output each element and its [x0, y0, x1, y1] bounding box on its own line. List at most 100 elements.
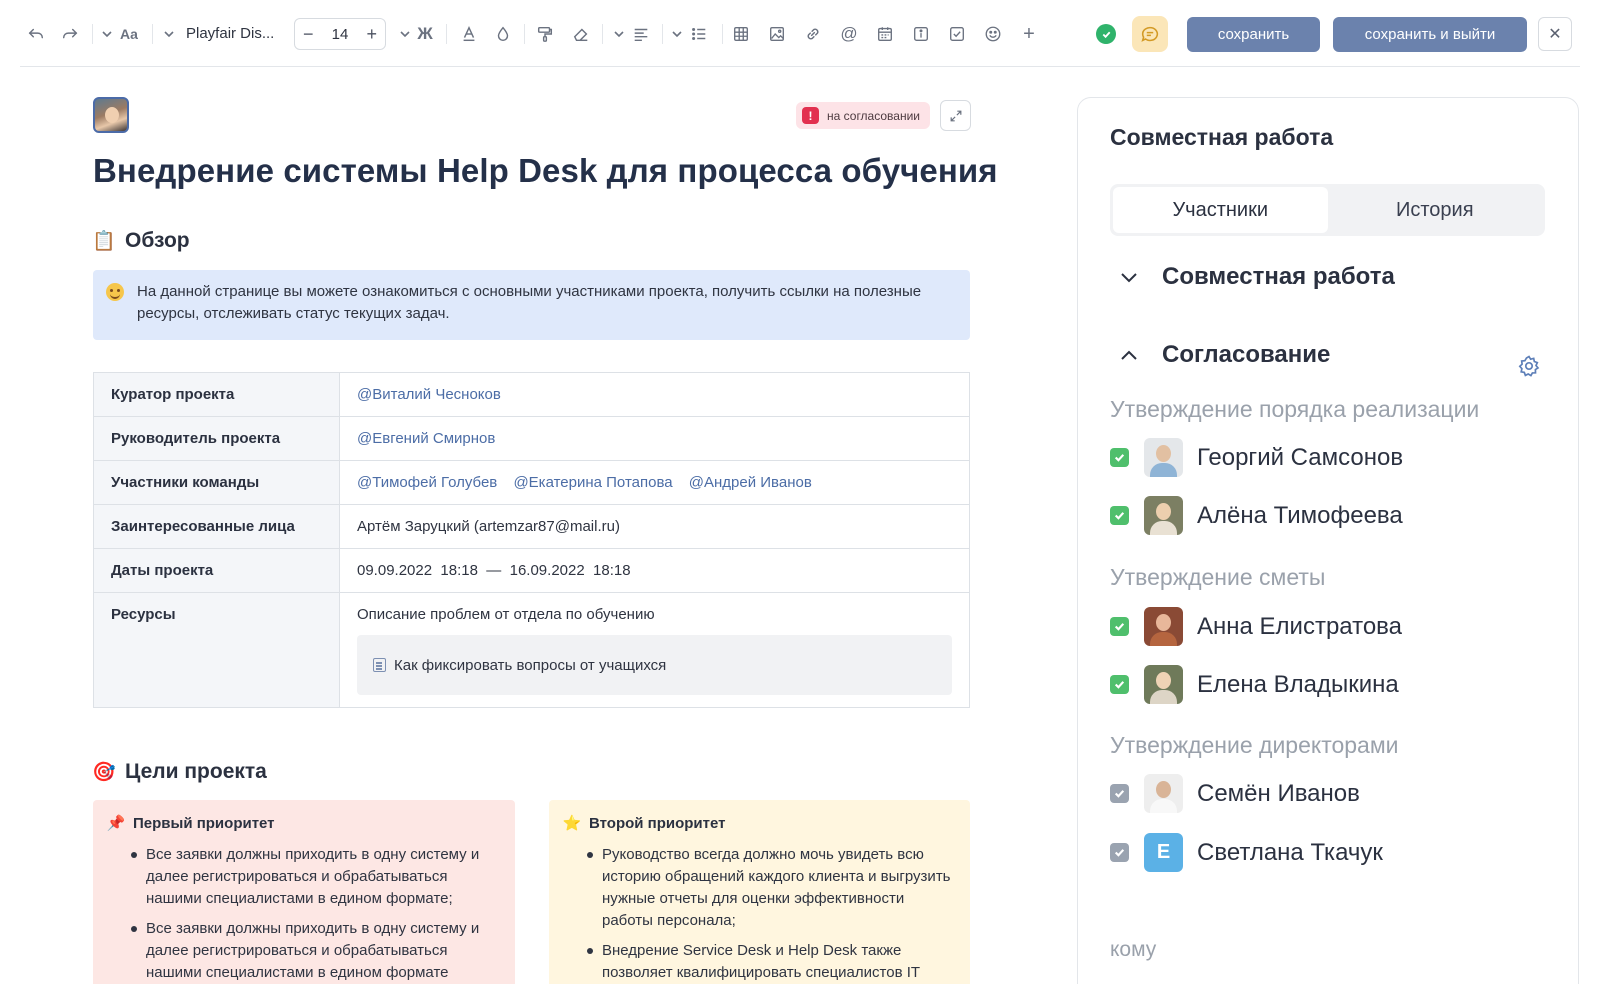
- first-priority-list: Все заявки должны приходить в одну систе…: [107, 844, 501, 984]
- checkbox-icon[interactable]: [946, 20, 968, 48]
- table-row: Руководитель проекта @Евгений Смирнов: [94, 417, 969, 461]
- close-button[interactable]: ✕: [1538, 17, 1572, 51]
- chevron-down-icon[interactable]: [612, 20, 626, 48]
- image-icon[interactable]: [766, 20, 788, 48]
- approver-row[interactable]: Е Светлана Ткачук: [1110, 833, 1383, 872]
- font-size-increase-button[interactable]: +: [366, 24, 377, 45]
- font-family-select[interactable]: Playfair Dis...: [186, 20, 274, 48]
- expand-icon: [950, 110, 961, 121]
- project-dates[interactable]: 09.09.2022 18:18 — 16.09.2022 18:18: [340, 549, 969, 592]
- text-color-icon[interactable]: [458, 20, 480, 48]
- approved-checkbox[interactable]: [1110, 675, 1129, 694]
- tab-history[interactable]: История: [1328, 187, 1543, 233]
- table-value: Артём Заруцкий (artemzar87@mail.ru): [357, 518, 620, 535]
- first-priority-title: Первый приоритет: [133, 814, 275, 832]
- status-badge[interactable]: ! на согласовании: [796, 102, 930, 129]
- tab-participants[interactable]: Участники: [1113, 187, 1328, 233]
- calendar-icon[interactable]: [874, 20, 896, 48]
- gear-icon[interactable]: [1517, 354, 1541, 378]
- editor-toolbar: Aa Playfair Dis... − 14 + Ж @ + сохранит…: [0, 0, 1600, 68]
- list-item: Все заявки должны приходить в одну систе…: [131, 844, 501, 910]
- format-painter-icon[interactable]: [534, 20, 556, 48]
- mention-link[interactable]: @Тимофей Голубев: [357, 474, 497, 491]
- page-icon[interactable]: [93, 97, 129, 133]
- align-icon[interactable]: [630, 20, 652, 48]
- table-key: Даты проекта: [94, 549, 340, 592]
- approver-row[interactable]: Анна Елистратова: [1110, 607, 1402, 646]
- bold-icon[interactable]: Ж: [414, 20, 436, 48]
- avatar: [1144, 607, 1183, 646]
- avatar: [1144, 774, 1183, 813]
- chevron-down-icon[interactable]: [670, 20, 684, 48]
- accordion-collaboration[interactable]: Совместная работа: [1118, 263, 1395, 291]
- approver-row[interactable]: Елена Владыкина: [1110, 665, 1399, 704]
- mention-link[interactable]: @Екатерина Потапова: [513, 474, 672, 491]
- table-value: Описание проблем от отдела по обучению: [357, 606, 655, 623]
- pin-icon: 📌: [106, 815, 126, 832]
- redo-icon[interactable]: [58, 20, 82, 48]
- mention-link[interactable]: @Евгений Смирнов: [357, 430, 495, 447]
- approver-row[interactable]: Георгий Самсонов: [1110, 438, 1403, 477]
- chevron-down-icon[interactable]: [100, 20, 114, 48]
- table-row: Даты проекта 09.09.2022 18:18 — 16.09.20…: [94, 549, 969, 593]
- table-row: Куратор проекта @Виталий Чесноков: [94, 373, 969, 417]
- chevron-down-icon[interactable]: [162, 20, 176, 48]
- approver-name: Светлана Ткачук: [1197, 838, 1383, 866]
- pending-checkbox[interactable]: [1110, 843, 1129, 862]
- emoji-icon[interactable]: [982, 20, 1004, 48]
- document-icon: [373, 658, 386, 672]
- link-icon[interactable]: [802, 20, 824, 48]
- linked-page-card[interactable]: Как фиксировать вопросы от учащихся: [357, 635, 952, 695]
- save-and-exit-button[interactable]: сохранить и выйти: [1333, 17, 1527, 52]
- pending-checkbox[interactable]: [1110, 784, 1129, 803]
- first-priority-card: 📌 Первый приоритет Все заявки должны при…: [93, 800, 515, 984]
- approved-checkbox[interactable]: [1110, 506, 1129, 525]
- clipboard-icon: 📋: [92, 231, 116, 252]
- callout-text: На данной странице вы можете ознакомитьс…: [137, 283, 922, 322]
- toolbar-divider: [20, 66, 1580, 67]
- chevron-down-icon[interactable]: [398, 20, 412, 48]
- linked-page-title[interactable]: Как фиксировать вопросы от учащихся: [394, 657, 666, 674]
- info-icon[interactable]: [910, 20, 932, 48]
- undo-icon[interactable]: [24, 20, 48, 48]
- text-style-icon[interactable]: Aa: [118, 20, 140, 48]
- accordion-collaboration-label: Совместная работа: [1162, 263, 1395, 290]
- table-row: Ресурсы Описание проблем от отдела по об…: [94, 593, 969, 707]
- page-title: Внедрение системы Help Desk для процесса…: [93, 152, 998, 189]
- approved-checkbox[interactable]: [1110, 617, 1129, 636]
- table-icon[interactable]: [730, 20, 752, 48]
- avatar: Е: [1144, 833, 1183, 872]
- eraser-icon[interactable]: [570, 20, 592, 48]
- chevron-up-icon: [1121, 350, 1137, 360]
- project-info-table: Куратор проекта @Виталий Чесноков Руково…: [93, 372, 970, 708]
- overview-heading-label: Обзор: [125, 229, 190, 252]
- list-item: Руководство всегда должно мочь увидеть в…: [587, 844, 956, 932]
- table-key: Участники команды: [94, 461, 340, 504]
- approver-name: Георгий Самсонов: [1197, 443, 1404, 471]
- font-size-value[interactable]: 14: [332, 26, 349, 43]
- mention-link[interactable]: @Виталий Чесноков: [357, 386, 501, 403]
- approver-row[interactable]: Алёна Тимофеева: [1110, 496, 1403, 535]
- save-button[interactable]: сохранить: [1187, 17, 1320, 52]
- avatar: [1144, 665, 1183, 704]
- font-size-stepper[interactable]: − 14 +: [294, 18, 386, 50]
- approver-row[interactable]: Семён Иванов: [1110, 774, 1360, 813]
- comments-icon[interactable]: [1132, 16, 1168, 52]
- info-callout: На данной странице вы можете ознакомитьс…: [93, 270, 970, 340]
- approved-checkbox[interactable]: [1110, 448, 1129, 467]
- table-row: Заинтересованные лица Артём Заруцкий (ar…: [94, 505, 969, 549]
- approver-name: Анна Елистратова: [1197, 612, 1403, 640]
- font-size-decrease-button[interactable]: −: [303, 24, 314, 45]
- mention-icon[interactable]: @: [838, 20, 860, 48]
- expand-button[interactable]: [940, 100, 971, 131]
- accordion-approval[interactable]: Согласование: [1118, 341, 1330, 369]
- highlight-icon[interactable]: [492, 20, 514, 48]
- list-icon[interactable]: [688, 20, 710, 48]
- mention-link[interactable]: @Андрей Иванов: [689, 474, 812, 491]
- second-priority-card: ⭐ Второй приоритет Руководство всегда до…: [549, 800, 970, 984]
- approver-name: Елена Владыкина: [1197, 670, 1399, 698]
- add-icon[interactable]: +: [1018, 20, 1040, 48]
- avatar: [1144, 438, 1183, 477]
- approver-name: Семён Иванов: [1197, 779, 1360, 807]
- star-icon: ⭐: [562, 815, 582, 832]
